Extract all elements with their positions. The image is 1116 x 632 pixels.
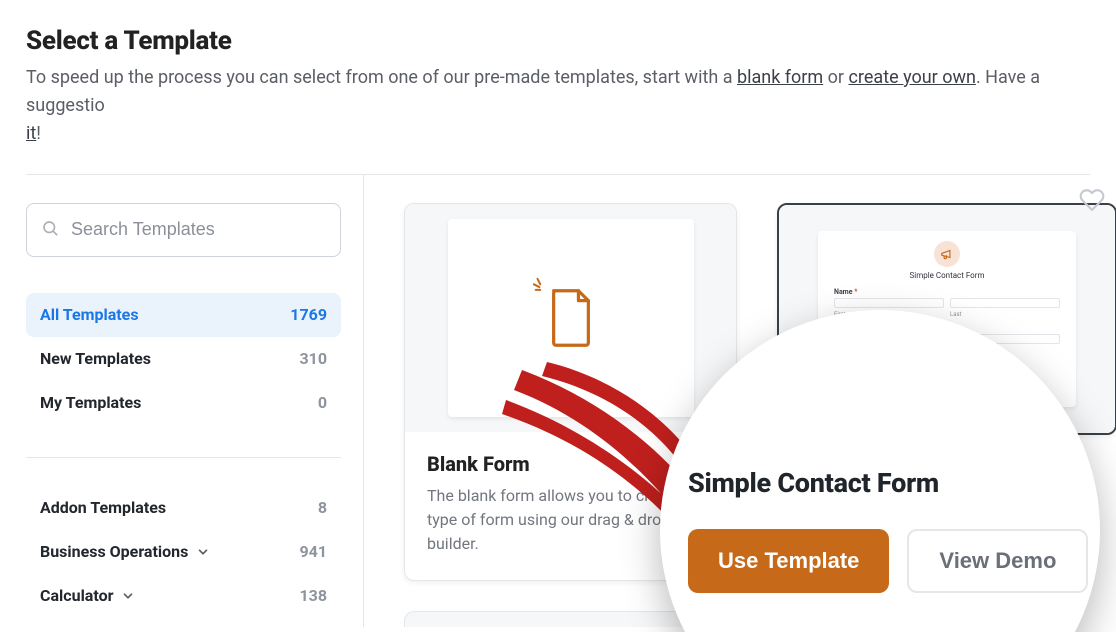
sidebar-item-label: Addon Templates [40, 498, 166, 517]
page-title: Select a Template [26, 26, 1090, 56]
megaphone-icon [934, 241, 960, 267]
sidebar-item-label: New Templates [40, 349, 151, 368]
sidebar-item-count: 8 [318, 498, 327, 517]
sidebar-secondary-list: Addon Templates 8 Business Operations 94… [26, 486, 341, 618]
mini-title: Simple Contact Form [834, 271, 1060, 280]
sidebar-item-count: 310 [299, 349, 327, 368]
link-suggest-it[interactable]: it [26, 123, 36, 144]
search-input-wrapper[interactable] [26, 203, 341, 257]
link-blank-form[interactable]: blank form [737, 67, 823, 88]
mini-input [950, 298, 1060, 308]
chevron-down-icon [196, 545, 210, 559]
sidebar-item-calculator[interactable]: Calculator 138 [26, 574, 341, 618]
mini-label-name: Name [834, 288, 1060, 296]
link-create-your-own[interactable]: create your own [849, 67, 976, 88]
template-preview [405, 204, 736, 432]
mini-caption-last: Last [950, 311, 1060, 318]
use-template-button[interactable]: Use Template [688, 529, 889, 593]
divider-sidebar [26, 457, 341, 458]
sidebar-item-addon-templates[interactable]: Addon Templates 8 [26, 486, 341, 530]
sidebar-item-label: Calculator [40, 586, 113, 605]
mini-input [834, 298, 944, 308]
document-icon [546, 287, 596, 349]
sidebar-item-count: 941 [299, 542, 327, 561]
zoom-buttons: Use Template View Demo [688, 529, 1072, 593]
zoom-title: Simple Contact Form [688, 467, 1072, 499]
sidebar-item-my-templates[interactable]: My Templates 0 [26, 381, 341, 425]
sidebar-item-new-templates[interactable]: New Templates 310 [26, 337, 341, 381]
subtitle-middle: or [823, 67, 848, 88]
sidebar-item-label: Business Operations [40, 542, 188, 561]
search-input[interactable] [69, 218, 326, 241]
search-icon [41, 219, 69, 241]
sidebar-item-label: All Templates [40, 305, 139, 324]
sidebar-primary-list: All Templates 1769 New Templates 310 My … [26, 293, 341, 425]
subtitle-prefix: To speed up the process you can select f… [26, 67, 737, 88]
sidebar-item-count: 1769 [290, 305, 327, 324]
view-demo-button[interactable]: View Demo [907, 529, 1088, 593]
sidebar-item-all-templates[interactable]: All Templates 1769 [26, 293, 341, 337]
sidebar-item-business-operations[interactable]: Business Operations 941 [26, 530, 341, 574]
sidebar: All Templates 1769 New Templates 310 My … [26, 175, 364, 627]
sidebar-item-label: My Templates [40, 393, 141, 412]
chevron-down-icon [121, 589, 135, 603]
heart-icon[interactable] [1079, 203, 1105, 217]
sidebar-item-count: 138 [299, 586, 327, 605]
preview-paper [448, 219, 694, 417]
sidebar-item-count: 0 [318, 393, 327, 412]
page-subtitle: To speed up the process you can select f… [26, 64, 1090, 148]
subtitle-line2-suffix: ! [36, 123, 41, 144]
